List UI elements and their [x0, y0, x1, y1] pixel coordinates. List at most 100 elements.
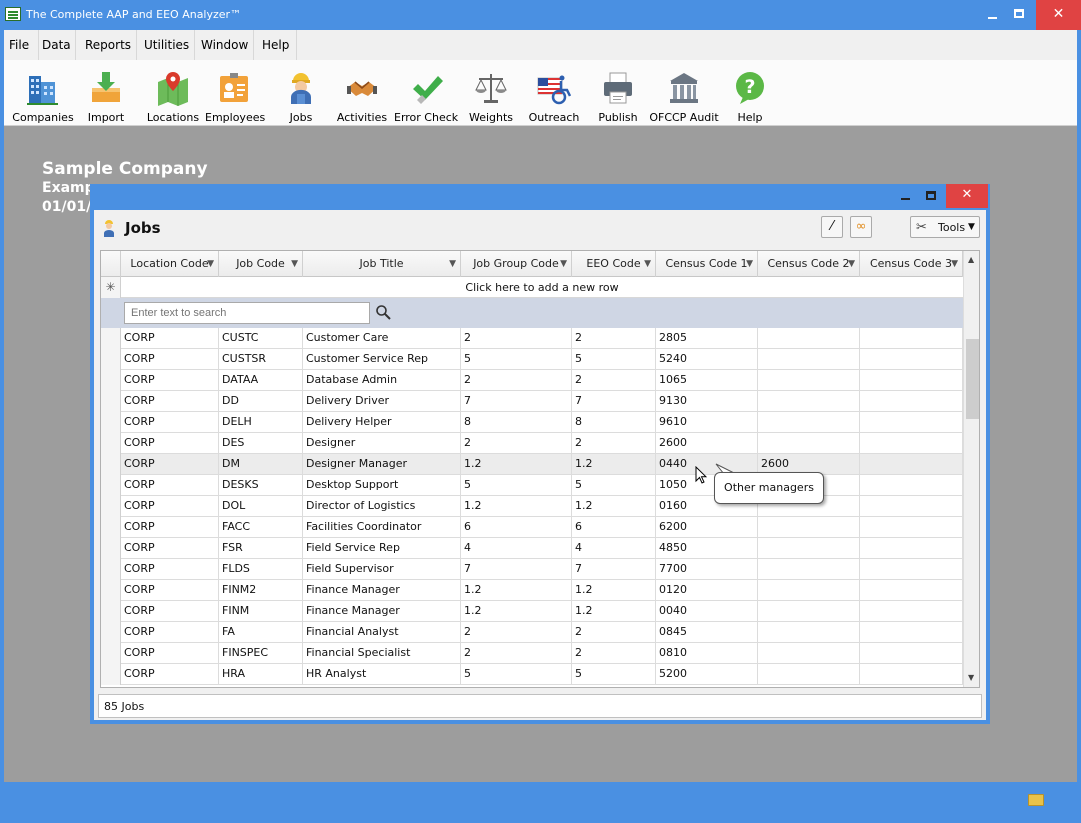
table-cell[interactable]: Financial Analyst — [303, 622, 461, 643]
filter-icon[interactable]: ▼ — [848, 251, 855, 277]
table-cell[interactable]: 5 — [461, 475, 572, 496]
table-cell[interactable] — [860, 433, 963, 454]
table-cell[interactable] — [758, 664, 860, 685]
table-cell[interactable] — [758, 370, 860, 391]
table-cell[interactable]: 8 — [572, 412, 656, 433]
row-selector[interactable] — [101, 475, 121, 496]
table-cell[interactable]: 6200 — [656, 517, 758, 538]
table-cell[interactable]: Customer Service Rep — [303, 349, 461, 370]
table-cell[interactable]: 2 — [461, 370, 572, 391]
filter-icon[interactable]: ▼ — [951, 251, 958, 277]
table-cell[interactable] — [860, 664, 963, 685]
table-cell[interactable]: CORP — [121, 370, 219, 391]
maximize-button[interactable] — [1002, 0, 1036, 30]
table-cell[interactable]: CORP — [121, 664, 219, 685]
table-cell[interactable]: HRA — [219, 664, 303, 685]
toolbar-outreach-button[interactable]: Outreach — [526, 60, 582, 126]
row-selector[interactable] — [101, 391, 121, 412]
table-cell[interactable]: Financial Specialist — [303, 643, 461, 664]
scroll-thumb[interactable] — [966, 339, 979, 419]
filter-icon[interactable]: ▼ — [644, 251, 651, 277]
close-button[interactable]: ✕ — [1036, 0, 1081, 30]
menu-window[interactable]: Window — [201, 38, 248, 52]
table-cell[interactable] — [860, 412, 963, 433]
table-cell[interactable]: 5 — [461, 664, 572, 685]
table-cell[interactable] — [758, 601, 860, 622]
table-cell[interactable]: Facilities Coordinator — [303, 517, 461, 538]
jobs-window-titlebar[interactable]: ✕ — [90, 184, 990, 210]
table-row[interactable]: CORP FLDS Field Supervisor 7 7 7700 — [101, 559, 963, 580]
table-row[interactable]: CORP HRA HR Analyst 5 5 5200 — [101, 664, 963, 685]
table-cell[interactable]: Customer Care — [303, 328, 461, 349]
table-cell[interactable] — [860, 622, 963, 643]
table-cell[interactable]: 1.2 — [572, 580, 656, 601]
table-cell[interactable]: 2 — [572, 622, 656, 643]
table-cell[interactable]: 6 — [572, 517, 656, 538]
link-button[interactable]: ∞ — [850, 216, 872, 238]
table-cell[interactable]: Designer Manager — [303, 454, 461, 475]
table-cell[interactable]: 4 — [572, 538, 656, 559]
table-cell[interactable]: 9130 — [656, 391, 758, 412]
table-cell[interactable]: DOL — [219, 496, 303, 517]
table-row[interactable]: CORP DD Delivery Driver 7 7 9130 — [101, 391, 963, 412]
table-cell[interactable]: 1.2 — [461, 601, 572, 622]
table-cell[interactable]: Database Admin — [303, 370, 461, 391]
table-cell[interactable]: CORP — [121, 391, 219, 412]
search-icon[interactable] — [375, 304, 391, 320]
vertical-scrollbar[interactable]: ▲ ▼ — [963, 251, 979, 687]
table-cell[interactable]: FINM — [219, 601, 303, 622]
column-header[interactable]: Location Code ▼ — [121, 251, 219, 277]
table-cell[interactable] — [860, 517, 963, 538]
toolbar-weights-button[interactable]: Weights — [465, 60, 517, 126]
table-cell[interactable]: 7 — [461, 391, 572, 412]
table-cell[interactable]: CORP — [121, 475, 219, 496]
table-cell[interactable]: CORP — [121, 412, 219, 433]
table-cell[interactable]: 5 — [572, 664, 656, 685]
row-selector[interactable] — [101, 454, 121, 475]
table-cell[interactable]: 2600 — [656, 433, 758, 454]
table-cell[interactable]: 1.2 — [461, 496, 572, 517]
table-cell[interactable]: 0810 — [656, 643, 758, 664]
row-selector[interactable] — [101, 601, 121, 622]
table-row[interactable]: CORP DELH Delivery Helper 8 8 9610 — [101, 412, 963, 433]
table-row[interactable]: CORP FINSPEC Financial Specialist 2 2 0810 — [101, 643, 963, 664]
table-cell[interactable]: 5 — [461, 349, 572, 370]
table-cell[interactable] — [758, 622, 860, 643]
table-cell[interactable]: CORP — [121, 580, 219, 601]
table-cell[interactable]: 6 — [461, 517, 572, 538]
tools-dropdown[interactable]: ✂ Tools ▼ — [910, 216, 980, 238]
filter-icon[interactable]: ▼ — [746, 251, 753, 277]
table-cell[interactable] — [860, 601, 963, 622]
table-cell[interactable]: CORP — [121, 601, 219, 622]
table-cell[interactable]: Field Supervisor — [303, 559, 461, 580]
table-cell[interactable] — [758, 538, 860, 559]
toolbar-activities-button[interactable]: Activities — [334, 60, 390, 126]
row-selector[interactable] — [101, 538, 121, 559]
toolbar-locations-button[interactable]: Locations — [145, 60, 201, 126]
toolbar-error-check-button[interactable]: Error Check — [394, 60, 458, 126]
table-cell[interactable]: 7 — [461, 559, 572, 580]
table-cell[interactable]: FINM2 — [219, 580, 303, 601]
filter-icon[interactable]: ▼ — [560, 251, 567, 277]
filter-icon[interactable]: ▼ — [207, 251, 214, 277]
row-selector[interactable] — [101, 496, 121, 517]
table-cell[interactable]: FACC — [219, 517, 303, 538]
table-cell[interactable]: Field Service Rep — [303, 538, 461, 559]
table-cell[interactable]: DELH — [219, 412, 303, 433]
table-cell[interactable] — [758, 391, 860, 412]
row-selector[interactable] — [101, 664, 121, 685]
table-cell[interactable]: 1065 — [656, 370, 758, 391]
table-cell[interactable] — [860, 538, 963, 559]
row-selector[interactable] — [101, 433, 121, 454]
table-cell[interactable]: 2 — [572, 370, 656, 391]
menu-data[interactable]: Data — [42, 38, 71, 52]
column-header[interactable]: Census Code 1 ▼ — [656, 251, 758, 277]
table-cell[interactable]: 0040 — [656, 601, 758, 622]
column-header[interactable]: Job Title ▼ — [303, 251, 461, 277]
table-cell[interactable] — [860, 454, 963, 475]
filter-icon[interactable]: ▼ — [291, 251, 298, 277]
row-selector[interactable] — [101, 517, 121, 538]
table-cell[interactable] — [758, 517, 860, 538]
table-row[interactable]: CORP CUSTC Customer Care 2 2 2805 — [101, 328, 963, 349]
table-cell[interactable]: 0120 — [656, 580, 758, 601]
